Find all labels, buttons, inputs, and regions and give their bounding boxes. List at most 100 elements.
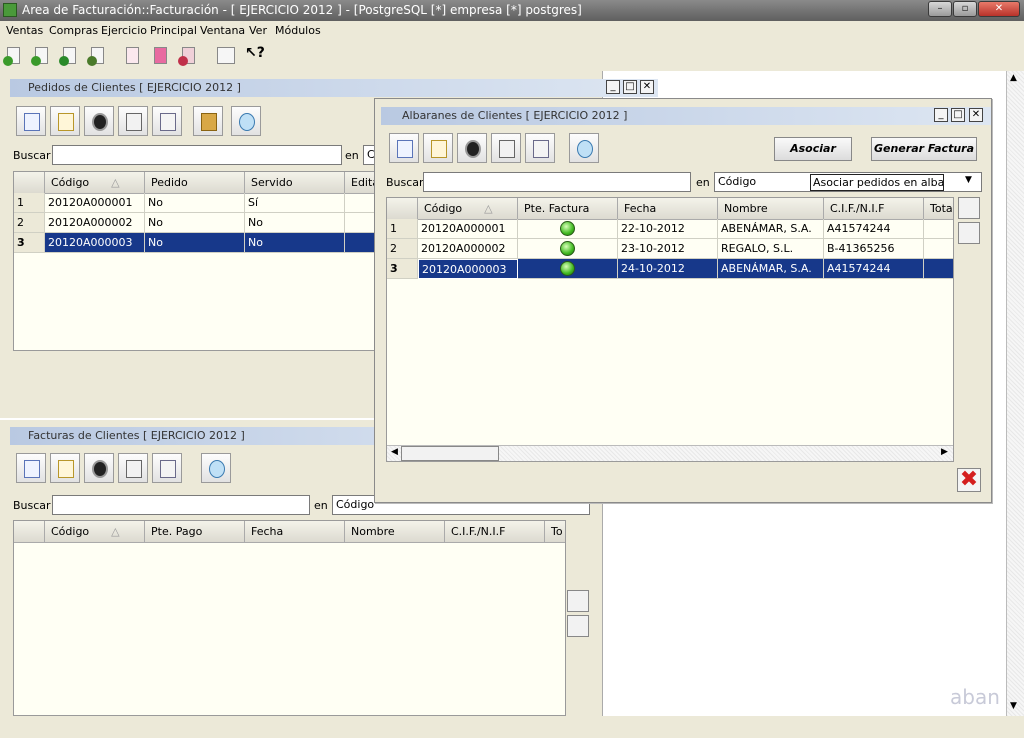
columns-config-icon[interactable] (958, 197, 980, 219)
filter-icon[interactable] (567, 615, 589, 637)
scroll-down-icon[interactable]: ▼ (1010, 701, 1017, 711)
minimize-button[interactable]: – (928, 1, 952, 17)
close-button[interactable]: ✕ (978, 1, 1020, 17)
scroll-up-icon[interactable]: ▲ (1010, 73, 1017, 83)
send-icon[interactable] (201, 453, 231, 483)
cell-pedido[interactable]: No (145, 193, 245, 213)
asociar-button[interactable]: Asociar (774, 137, 852, 161)
edit-icon[interactable] (50, 453, 80, 483)
print-icon[interactable] (118, 106, 148, 136)
facturas-icon[interactable] (87, 45, 109, 67)
albaranes-search-input[interactable] (423, 172, 691, 192)
cell-codigo[interactable]: 20120A000001 (418, 219, 518, 239)
print-icon[interactable] (491, 133, 521, 163)
cell-codigo[interactable]: 20120A000003 (45, 233, 145, 253)
menu-principal[interactable]: Principal (150, 24, 197, 37)
asociar-filter-select[interactable]: Asociar pedidos en albaran (810, 174, 944, 191)
albaranes-horizontal-scrollbar[interactable]: ◀ ▶ (387, 445, 953, 461)
delete-icon[interactable] (457, 133, 487, 163)
cell-total[interactable] (924, 259, 953, 279)
cell-fecha[interactable]: 22-10-2012 (618, 219, 718, 239)
col-nombre[interactable]: Nombre (345, 521, 445, 543)
col-servido[interactable]: Servido (245, 172, 345, 194)
albaranes-icon[interactable] (59, 45, 81, 67)
cell-pte-factura[interactable] (518, 219, 618, 239)
col-pte-pago[interactable]: Pte. Pago (145, 521, 245, 543)
export-icon[interactable] (152, 453, 182, 483)
menu-ventas[interactable]: Ventas (6, 24, 43, 37)
col-codigo[interactable]: Código △ (45, 521, 145, 543)
menu-ejercicio[interactable]: Ejercicio (101, 24, 147, 37)
clients-icon[interactable] (3, 45, 25, 67)
facturas-search-input[interactable] (52, 495, 310, 515)
document-red-icon[interactable] (178, 45, 200, 67)
cell-codigo[interactable]: 20120A000003 (418, 259, 518, 279)
send-icon[interactable] (569, 133, 599, 163)
export-icon[interactable] (525, 133, 555, 163)
columns-config-icon[interactable] (567, 590, 589, 612)
menu-ventana[interactable]: Ventana (200, 24, 245, 37)
cell-pedido[interactable]: No (145, 213, 245, 233)
col-total[interactable]: To (545, 521, 565, 543)
cell-codigo[interactable]: 20120A000002 (418, 239, 518, 259)
print-icon[interactable] (118, 453, 148, 483)
pedidos-minimize-button[interactable]: _ (606, 80, 620, 94)
cell-servido[interactable]: No (245, 233, 345, 253)
close-window-icon[interactable]: ✖ (957, 468, 981, 492)
scroll-left-icon[interactable]: ◀ (391, 447, 398, 457)
pedidos-icon[interactable] (31, 45, 53, 67)
filter-icon[interactable] (958, 222, 980, 244)
scroll-thumb[interactable] (401, 446, 499, 461)
delete-icon[interactable] (84, 453, 114, 483)
send-icon[interactable] (231, 106, 261, 136)
pedidos-search-input[interactable] (52, 145, 342, 165)
albaranes-minimize-button[interactable]: _ (934, 108, 948, 122)
albaranes-close-button[interactable]: ✕ (969, 108, 983, 122)
cell-servido[interactable]: No (245, 213, 345, 233)
new-icon[interactable] (16, 453, 46, 483)
calendar-icon[interactable] (213, 45, 235, 67)
menu-ver[interactable]: Ver (249, 24, 267, 37)
cell-total[interactable] (924, 219, 953, 239)
scroll-right-icon[interactable]: ▶ (941, 447, 948, 457)
cell-codigo[interactable]: 20120A000002 (45, 213, 145, 233)
cell-pte-factura[interactable] (518, 259, 618, 279)
col-cif[interactable]: C.I.F./N.I.F (445, 521, 545, 543)
col-codigo[interactable]: Código △ (418, 198, 518, 220)
generar-factura-button[interactable]: Generar Factura (871, 137, 977, 161)
col-fecha[interactable]: Fecha (245, 521, 345, 543)
cell-total[interactable] (924, 239, 953, 259)
new-icon[interactable] (16, 106, 46, 136)
col-fecha[interactable]: Fecha (618, 198, 718, 220)
restore-button[interactable]: ▫ (953, 1, 977, 17)
pedidos-close-button[interactable]: ✕ (640, 80, 654, 94)
whats-this-icon[interactable]: ↖? (245, 45, 267, 67)
pedidos-maximize-button[interactable]: □ (623, 80, 637, 94)
cell-cif[interactable]: B-41365256 (824, 239, 924, 259)
menu-modulos[interactable]: Módulos (275, 24, 321, 37)
col-cif[interactable]: C.I.F./N.I.F (824, 198, 924, 220)
col-codigo[interactable]: Código △ (45, 172, 145, 194)
cell-cif[interactable]: A41574244 (824, 259, 924, 279)
col-pte-factura[interactable]: Pte. Factura (518, 198, 618, 220)
col-nombre[interactable]: Nombre (718, 198, 824, 220)
workspace-vertical-scrollbar[interactable]: ▲ ▼ (1006, 71, 1024, 716)
albaranes-maximize-button[interactable]: □ (951, 108, 965, 122)
menu-compras[interactable]: Compras (49, 24, 98, 37)
cell-nombre[interactable]: ABENÁMAR, S.A. (718, 259, 824, 279)
cell-servido[interactable]: Sí (245, 193, 345, 213)
cell-pte-factura[interactable] (518, 239, 618, 259)
col-pedido[interactable]: Pedido (145, 172, 245, 194)
cell-nombre[interactable]: REGALO, S.L. (718, 239, 824, 259)
document-icon[interactable] (122, 45, 144, 67)
col-total[interactable]: Total (924, 198, 953, 220)
edit-icon[interactable] (50, 106, 80, 136)
chevron-down-icon[interactable]: ▼ (965, 175, 972, 185)
new-icon[interactable] (389, 133, 419, 163)
cell-nombre[interactable]: ABENÁMAR, S.A. (718, 219, 824, 239)
cell-fecha[interactable]: 24-10-2012 (618, 259, 718, 279)
cell-pedido[interactable]: No (145, 233, 245, 253)
edit-icon[interactable] (423, 133, 453, 163)
cell-fecha[interactable]: 23-10-2012 (618, 239, 718, 259)
cell-cif[interactable]: A41574244 (824, 219, 924, 239)
